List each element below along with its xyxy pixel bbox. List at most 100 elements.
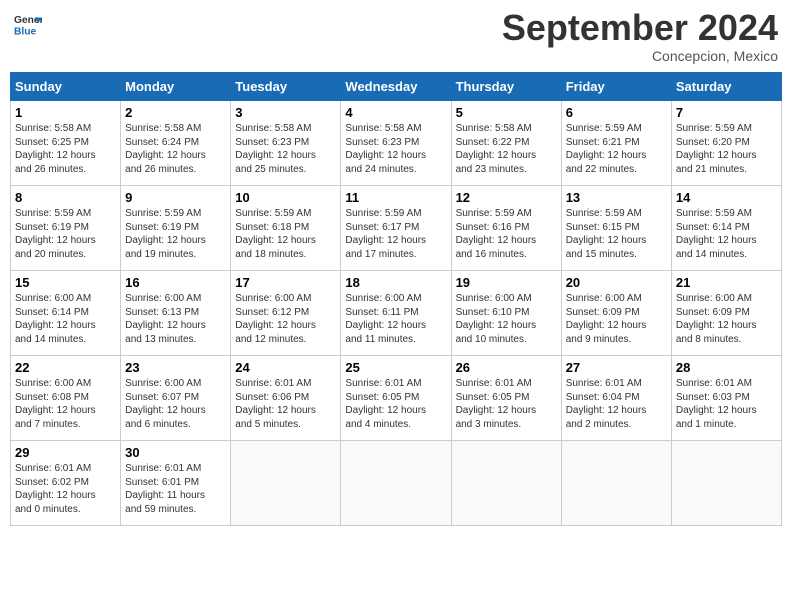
day-info: Sunrise: 6:01 AM Sunset: 6:01 PM Dayligh… <box>125 462 226 516</box>
calendar-cell: 26 Sunrise: 6:01 AM Sunset: 6:05 PM Dayli… <box>451 356 561 441</box>
day-number: 9 <box>125 190 226 205</box>
logo-icon: General Blue <box>14 10 42 38</box>
day-info: Sunrise: 5:59 AM Sunset: 6:19 PM Dayligh… <box>15 207 116 261</box>
calendar-cell: 20Sunrise: 6:00 AM Sunset: 6:09 PM Dayli… <box>561 271 671 356</box>
calendar-cell: 2 Sunrise: 5:58 AM Sunset: 6:24 PM Daylig… <box>121 101 231 186</box>
day-number: 15 <box>15 275 116 290</box>
day-info: Sunrise: 6:01 AM Sunset: 6:05 PM Dayligh… <box>456 377 557 431</box>
calendar-cell <box>671 441 781 526</box>
day-header-saturday: Saturday <box>671 73 781 101</box>
day-info: Sunrise: 6:00 AM Sunset: 6:09 PM Dayligh… <box>676 292 777 346</box>
day-number: 20 <box>566 275 667 290</box>
calendar-cell: 10 Sunrise: 5:59 AM Sunset: 6:18 PM Dayli… <box>231 186 341 271</box>
day-number: 29 <box>15 445 116 460</box>
svg-text:Blue: Blue <box>14 26 37 37</box>
day-info: Sunrise: 5:58 AM Sunset: 6:25 PM Dayligh… <box>15 122 116 176</box>
day-number: 26 <box>456 360 557 375</box>
day-header-thursday: Thursday <box>451 73 561 101</box>
logo: General Blue <box>14 10 42 38</box>
day-header-wednesday: Wednesday <box>341 73 451 101</box>
calendar-cell: 17 Sunrise: 6:00 AM Sunset: 6:12 PM Dayli… <box>231 271 341 356</box>
calendar-week-1: 1Sunrise: 5:58 AM Sunset: 6:25 PM Daylig… <box>11 101 782 186</box>
day-number: 17 <box>235 275 336 290</box>
day-number: 2 <box>125 105 226 120</box>
month-title: September 2024 <box>502 10 778 46</box>
day-info: Sunrise: 5:58 AM Sunset: 6:24 PM Dayligh… <box>125 122 226 176</box>
calendar-cell: 9 Sunrise: 5:59 AM Sunset: 6:19 PM Daylig… <box>121 186 231 271</box>
calendar-cell: 7 Sunrise: 5:59 AM Sunset: 6:20 PM Daylig… <box>671 101 781 186</box>
calendar-cell <box>451 441 561 526</box>
calendar-header-row: SundayMondayTuesdayWednesdayThursdayFrid… <box>11 73 782 101</box>
calendar-cell: 11Sunrise: 5:59 AM Sunset: 6:17 PM Dayli… <box>341 186 451 271</box>
day-number: 23 <box>125 360 226 375</box>
day-number: 19 <box>456 275 557 290</box>
calendar-week-5: 29 Sunrise: 6:01 AM Sunset: 6:02 PM Dayli… <box>11 441 782 526</box>
day-info: Sunrise: 5:59 AM Sunset: 6:19 PM Dayligh… <box>125 207 226 261</box>
day-info: Sunrise: 5:59 AM Sunset: 6:14 PM Dayligh… <box>676 207 777 261</box>
day-number: 24 <box>235 360 336 375</box>
day-number: 10 <box>235 190 336 205</box>
calendar-cell: 18Sunrise: 6:00 AM Sunset: 6:11 PM Dayli… <box>341 271 451 356</box>
day-info: Sunrise: 6:00 AM Sunset: 6:07 PM Dayligh… <box>125 377 226 431</box>
day-info: Sunrise: 5:59 AM Sunset: 6:16 PM Dayligh… <box>456 207 557 261</box>
calendar-cell: 30Sunrise: 6:01 AM Sunset: 6:01 PM Dayli… <box>121 441 231 526</box>
day-number: 25 <box>345 360 446 375</box>
day-header-tuesday: Tuesday <box>231 73 341 101</box>
calendar-cell: 1Sunrise: 5:58 AM Sunset: 6:25 PM Daylig… <box>11 101 121 186</box>
day-info: Sunrise: 6:00 AM Sunset: 6:11 PM Dayligh… <box>345 292 446 346</box>
day-number: 12 <box>456 190 557 205</box>
day-info: Sunrise: 6:00 AM Sunset: 6:12 PM Dayligh… <box>235 292 336 346</box>
calendar-cell: 29 Sunrise: 6:01 AM Sunset: 6:02 PM Dayli… <box>11 441 121 526</box>
calendar-cell: 5 Sunrise: 5:58 AM Sunset: 6:22 PM Daylig… <box>451 101 561 186</box>
day-number: 6 <box>566 105 667 120</box>
calendar-cell: 12 Sunrise: 5:59 AM Sunset: 6:16 PM Dayli… <box>451 186 561 271</box>
day-info: Sunrise: 6:01 AM Sunset: 6:03 PM Dayligh… <box>676 377 777 431</box>
calendar-week-4: 22 Sunrise: 6:00 AM Sunset: 6:08 PM Dayli… <box>11 356 782 441</box>
day-info: Sunrise: 5:59 AM Sunset: 6:21 PM Dayligh… <box>566 122 667 176</box>
day-number: 4 <box>345 105 446 120</box>
day-info: Sunrise: 5:59 AM Sunset: 6:15 PM Dayligh… <box>566 207 667 261</box>
calendar-cell <box>231 441 341 526</box>
day-info: Sunrise: 5:59 AM Sunset: 6:18 PM Dayligh… <box>235 207 336 261</box>
day-info: Sunrise: 5:59 AM Sunset: 6:20 PM Dayligh… <box>676 122 777 176</box>
day-info: Sunrise: 5:58 AM Sunset: 6:22 PM Dayligh… <box>456 122 557 176</box>
day-info: Sunrise: 6:01 AM Sunset: 6:06 PM Dayligh… <box>235 377 336 431</box>
calendar-week-2: 8 Sunrise: 5:59 AM Sunset: 6:19 PM Daylig… <box>11 186 782 271</box>
day-number: 5 <box>456 105 557 120</box>
calendar-cell: 28 Sunrise: 6:01 AM Sunset: 6:03 PM Dayli… <box>671 356 781 441</box>
calendar-cell <box>561 441 671 526</box>
calendar-cell: 21 Sunrise: 6:00 AM Sunset: 6:09 PM Dayli… <box>671 271 781 356</box>
calendar-table: SundayMondayTuesdayWednesdayThursdayFrid… <box>10 72 782 526</box>
day-number: 14 <box>676 190 777 205</box>
day-header-friday: Friday <box>561 73 671 101</box>
day-number: 7 <box>676 105 777 120</box>
day-info: Sunrise: 6:01 AM Sunset: 6:02 PM Dayligh… <box>15 462 116 516</box>
day-info: Sunrise: 6:00 AM Sunset: 6:08 PM Dayligh… <box>15 377 116 431</box>
calendar-cell: 8 Sunrise: 5:59 AM Sunset: 6:19 PM Daylig… <box>11 186 121 271</box>
day-number: 3 <box>235 105 336 120</box>
day-info: Sunrise: 6:00 AM Sunset: 6:10 PM Dayligh… <box>456 292 557 346</box>
calendar-cell: 24 Sunrise: 6:01 AM Sunset: 6:06 PM Dayli… <box>231 356 341 441</box>
calendar-cell: 13 Sunrise: 5:59 AM Sunset: 6:15 PM Dayli… <box>561 186 671 271</box>
day-number: 21 <box>676 275 777 290</box>
day-number: 13 <box>566 190 667 205</box>
calendar-cell <box>341 441 451 526</box>
calendar-cell: 25 Sunrise: 6:01 AM Sunset: 6:05 PM Dayli… <box>341 356 451 441</box>
day-number: 27 <box>566 360 667 375</box>
calendar-week-3: 15 Sunrise: 6:00 AM Sunset: 6:14 PM Dayli… <box>11 271 782 356</box>
day-info: Sunrise: 6:01 AM Sunset: 6:04 PM Dayligh… <box>566 377 667 431</box>
calendar-cell: 14 Sunrise: 5:59 AM Sunset: 6:14 PM Dayli… <box>671 186 781 271</box>
day-number: 22 <box>15 360 116 375</box>
calendar-cell: 16Sunrise: 6:00 AM Sunset: 6:13 PM Dayli… <box>121 271 231 356</box>
day-info: Sunrise: 5:59 AM Sunset: 6:17 PM Dayligh… <box>345 207 446 261</box>
day-info: Sunrise: 6:00 AM Sunset: 6:13 PM Dayligh… <box>125 292 226 346</box>
day-header-monday: Monday <box>121 73 231 101</box>
calendar-cell: 15 Sunrise: 6:00 AM Sunset: 6:14 PM Dayli… <box>11 271 121 356</box>
day-number: 28 <box>676 360 777 375</box>
day-number: 8 <box>15 190 116 205</box>
calendar-cell: 3Sunrise: 5:58 AM Sunset: 6:23 PM Daylig… <box>231 101 341 186</box>
calendar-cell: 6 Sunrise: 5:59 AM Sunset: 6:21 PM Daylig… <box>561 101 671 186</box>
calendar-cell: 27 Sunrise: 6:01 AM Sunset: 6:04 PM Dayli… <box>561 356 671 441</box>
day-info: Sunrise: 6:00 AM Sunset: 6:14 PM Dayligh… <box>15 292 116 346</box>
day-info: Sunrise: 6:01 AM Sunset: 6:05 PM Dayligh… <box>345 377 446 431</box>
